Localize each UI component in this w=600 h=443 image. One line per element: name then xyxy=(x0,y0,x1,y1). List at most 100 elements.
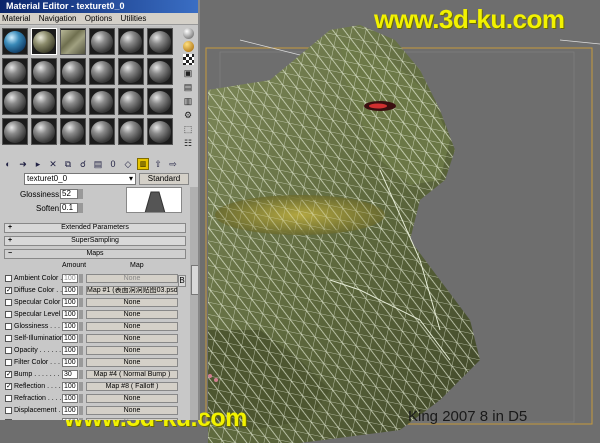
backlight-icon[interactable] xyxy=(182,41,194,52)
rollout-maps[interactable]: − Maps xyxy=(4,249,186,259)
map-amount-spinner[interactable]: 100 xyxy=(62,406,78,415)
background-checker-icon[interactable] xyxy=(182,54,194,65)
material-name-field[interactable]: texturet0_0 ▾ xyxy=(24,173,136,185)
sample-slot[interactable] xyxy=(147,118,173,145)
map-amount-spinner-arrows[interactable] xyxy=(79,334,83,343)
show-map-in-viewport-icon[interactable]: ◇ xyxy=(122,158,134,170)
map-amount-spinner-arrows[interactable] xyxy=(79,370,83,379)
map-amount-spinner[interactable]: 100 xyxy=(62,298,78,307)
map-slot-button[interactable]: None xyxy=(86,358,178,367)
soften-spinner-arrows[interactable] xyxy=(78,203,83,213)
map-amount-spinner-arrows[interactable] xyxy=(79,358,83,367)
map-amount-spinner-arrows[interactable] xyxy=(79,322,83,331)
reset-map-icon[interactable]: ✕ xyxy=(47,158,59,170)
sample-slot[interactable] xyxy=(2,88,28,115)
sample-slot[interactable] xyxy=(60,88,86,115)
map-slot-button[interactable]: None xyxy=(86,322,178,331)
sample-type-sphere-icon[interactable] xyxy=(182,28,194,39)
sample-slot[interactable] xyxy=(147,88,173,115)
assign-to-selection-icon[interactable]: ▸ xyxy=(32,158,44,170)
map-slot-button[interactable]: None xyxy=(86,418,178,420)
map-amount-spinner[interactable]: 100 xyxy=(62,274,78,283)
material-editor-window[interactable]: Material Editor - texturet0_0 Material N… xyxy=(0,0,200,420)
put-to-library-icon[interactable]: ▤ xyxy=(92,158,104,170)
map-enable-checkbox[interactable] xyxy=(5,275,12,282)
make-copy-icon[interactable]: ⧉ xyxy=(62,158,74,170)
map-amount-spinner[interactable]: 100 xyxy=(62,382,78,391)
map-amount-spinner-arrows[interactable] xyxy=(79,382,83,391)
rollout-extended-parameters[interactable]: + Extended Parameters xyxy=(4,223,186,233)
sample-slot[interactable] xyxy=(89,88,115,115)
sample-slot[interactable] xyxy=(31,58,57,85)
map-side-tag[interactable]: B xyxy=(178,275,186,287)
glossiness-spinner-arrows[interactable] xyxy=(78,189,83,199)
sample-slot[interactable] xyxy=(118,118,144,145)
map-slot-button[interactable]: None xyxy=(86,334,178,343)
material-map-navigator-icon[interactable]: ☷ xyxy=(181,137,195,149)
rollout-supersampling[interactable]: + SuperSampling xyxy=(4,236,186,246)
sample-slot[interactable] xyxy=(60,118,86,145)
menu-utilities[interactable]: Utilities xyxy=(121,14,147,23)
get-material-icon[interactable]: ◐ xyxy=(2,158,14,170)
map-amount-spinner-arrows[interactable] xyxy=(79,406,83,415)
sample-slot[interactable] xyxy=(60,28,86,55)
map-amount-spinner-arrows[interactable] xyxy=(79,274,83,283)
sample-slot[interactable] xyxy=(31,88,57,115)
sample-uv-tiling-icon[interactable]: ▣ xyxy=(181,67,195,79)
go-forward-to-sibling-icon[interactable]: ⇨ xyxy=(167,158,179,170)
map-amount-spinner-arrows[interactable] xyxy=(79,346,83,355)
map-enable-checkbox[interactable]: ✓ xyxy=(5,383,12,390)
menu-options[interactable]: Options xyxy=(85,14,113,23)
material-type-button[interactable]: Standard xyxy=(139,173,189,185)
map-enable-checkbox[interactable] xyxy=(5,419,12,420)
map-slot-button[interactable]: None xyxy=(86,346,178,355)
map-amount-spinner[interactable]: 100 xyxy=(62,310,78,319)
map-enable-checkbox[interactable] xyxy=(5,347,12,354)
menu-navigation[interactable]: Navigation xyxy=(39,14,77,23)
sample-slot[interactable] xyxy=(89,28,115,55)
map-amount-spinner-arrows[interactable] xyxy=(79,310,83,319)
map-enable-checkbox[interactable] xyxy=(5,359,12,366)
sample-slot[interactable] xyxy=(118,88,144,115)
material-id-channel-icon[interactable]: 0 xyxy=(107,158,119,170)
select-by-material-icon[interactable]: ⬚ xyxy=(181,123,195,135)
map-slot-button[interactable]: None xyxy=(86,406,178,415)
window-title[interactable]: Material Editor - texturet0_0 xyxy=(0,0,198,13)
map-amount-spinner[interactable]: 100 xyxy=(62,394,78,403)
show-end-result-icon[interactable]: ▥ xyxy=(137,158,149,170)
scroll-thumb[interactable] xyxy=(191,265,198,295)
map-amount-spinner[interactable]: 100 xyxy=(62,334,78,343)
map-enable-checkbox[interactable] xyxy=(5,299,12,306)
sample-slot[interactable] xyxy=(118,58,144,85)
map-slot-button[interactable]: Map #1 (表面洞洞贴图03.psd) xyxy=(86,286,178,295)
glossiness-spinner[interactable]: 52 xyxy=(60,189,78,199)
video-color-check-icon[interactable]: ▤ xyxy=(181,81,195,93)
make-preview-icon[interactable]: ▥ xyxy=(181,95,195,107)
put-to-scene-icon[interactable]: ➜ xyxy=(17,158,29,170)
menu-material[interactable]: Material xyxy=(2,14,30,23)
map-amount-spinner[interactable]: 100 xyxy=(62,346,78,355)
map-amount-spinner-arrows[interactable] xyxy=(79,298,83,307)
map-slot-button[interactable]: Map #4 ( Normal Bump ) xyxy=(86,370,178,379)
map-slot-button[interactable]: Map #8 ( Falloff ) xyxy=(86,382,178,391)
map-enable-checkbox[interactable]: ✓ xyxy=(5,287,12,294)
sample-slot[interactable] xyxy=(60,58,86,85)
map-enable-checkbox[interactable] xyxy=(5,311,12,318)
sample-slot[interactable] xyxy=(89,58,115,85)
sample-slot[interactable] xyxy=(147,28,173,55)
sample-slot-active[interactable] xyxy=(31,28,57,55)
map-slot-button[interactable]: None xyxy=(86,394,178,403)
map-enable-checkbox[interactable] xyxy=(5,335,12,342)
sample-slot[interactable] xyxy=(2,58,28,85)
map-amount-spinner[interactable]: 100 xyxy=(62,286,78,295)
sample-slot[interactable] xyxy=(31,118,57,145)
make-unique-icon[interactable]: ☌ xyxy=(77,158,89,170)
map-slot-button[interactable]: None xyxy=(86,310,178,319)
options-icon[interactable]: ⚙ xyxy=(181,109,195,121)
map-enable-checkbox[interactable] xyxy=(5,323,12,330)
map-slot-button[interactable]: None xyxy=(86,298,178,307)
map-amount-spinner[interactable]: 100 xyxy=(62,322,78,331)
map-amount-spinner-arrows[interactable] xyxy=(79,286,83,295)
map-amount-spinner[interactable]: 100 xyxy=(62,418,78,420)
go-to-parent-icon[interactable]: ⇧ xyxy=(152,158,164,170)
